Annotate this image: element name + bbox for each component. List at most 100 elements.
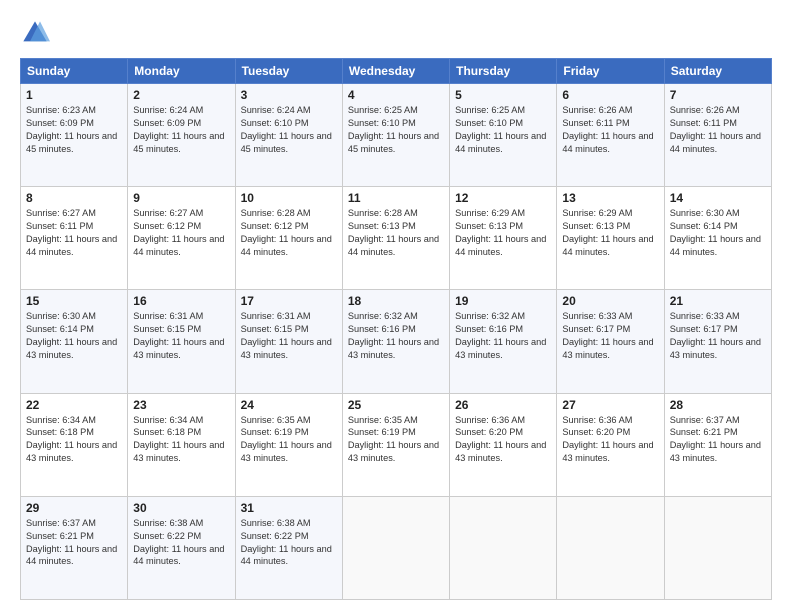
calendar-cell [342, 496, 449, 599]
calendar-cell: 7 Sunrise: 6:26 AMSunset: 6:11 PMDaylight… [664, 84, 771, 187]
day-header-sunday: Sunday [21, 59, 128, 84]
day-info: Sunrise: 6:26 AMSunset: 6:11 PMDaylight:… [562, 104, 658, 156]
day-headers-row: SundayMondayTuesdayWednesdayThursdayFrid… [21, 59, 772, 84]
day-number: 20 [562, 294, 658, 308]
day-info: Sunrise: 6:30 AMSunset: 6:14 PMDaylight:… [670, 207, 766, 259]
day-number: 11 [348, 191, 444, 205]
calendar-cell: 3 Sunrise: 6:24 AMSunset: 6:10 PMDaylight… [235, 84, 342, 187]
calendar-cell: 29Sunrise: 6:37 AMSunset: 6:21 PMDayligh… [21, 496, 128, 599]
day-info: Sunrise: 6:25 AMSunset: 6:10 PMDaylight:… [348, 104, 444, 156]
day-info: Sunrise: 6:29 AMSunset: 6:13 PMDaylight:… [562, 207, 658, 259]
day-number: 24 [241, 398, 337, 412]
day-number: 22 [26, 398, 122, 412]
calendar-cell: 27 Sunrise: 6:36 AMSunset: 6:20 PMDayligh… [557, 393, 664, 496]
calendar-cell: 17 Sunrise: 6:31 AMSunset: 6:15 PMDayligh… [235, 290, 342, 393]
day-number: 6 [562, 88, 658, 102]
calendar-cell: 9 Sunrise: 6:27 AMSunset: 6:12 PMDaylight… [128, 187, 235, 290]
day-info: Sunrise: 6:38 AMSunset: 6:22 PMDaylight:… [133, 517, 229, 569]
day-number: 15 [26, 294, 122, 308]
header [20, 18, 772, 48]
day-number: 16 [133, 294, 229, 308]
page: SundayMondayTuesdayWednesdayThursdayFrid… [0, 0, 792, 612]
day-number: 13 [562, 191, 658, 205]
day-info: Sunrise: 6:34 AMSunset: 6:18 PMDaylight:… [26, 414, 122, 466]
day-info: Sunrise: 6:35 AMSunset: 6:19 PMDaylight:… [241, 414, 337, 466]
calendar-cell: 28 Sunrise: 6:37 AMSunset: 6:21 PMDayligh… [664, 393, 771, 496]
day-info: Sunrise: 6:37 AMSunset: 6:21 PMDaylight:… [670, 414, 766, 466]
day-info: Sunrise: 6:32 AMSunset: 6:16 PMDaylight:… [348, 310, 444, 362]
day-header-monday: Monday [128, 59, 235, 84]
day-info: Sunrise: 6:26 AMSunset: 6:11 PMDaylight:… [670, 104, 766, 156]
calendar-cell: 21Sunrise: 6:33 AMSunset: 6:17 PMDayligh… [664, 290, 771, 393]
day-number: 27 [562, 398, 658, 412]
day-info: Sunrise: 6:31 AMSunset: 6:15 PMDaylight:… [133, 310, 229, 362]
day-number: 3 [241, 88, 337, 102]
day-info: Sunrise: 6:30 AMSunset: 6:14 PMDaylight:… [26, 310, 122, 362]
calendar-cell: 26Sunrise: 6:36 AMSunset: 6:20 PMDayligh… [450, 393, 557, 496]
day-info: Sunrise: 6:24 AMSunset: 6:10 PMDaylight:… [241, 104, 337, 156]
day-number: 18 [348, 294, 444, 308]
day-number: 21 [670, 294, 766, 308]
calendar-cell: 4 Sunrise: 6:25 AMSunset: 6:10 PMDaylight… [342, 84, 449, 187]
week-row-2: 15 Sunrise: 6:30 AMSunset: 6:14 PMDayligh… [21, 290, 772, 393]
calendar-header: SundayMondayTuesdayWednesdayThursdayFrid… [21, 59, 772, 84]
day-info: Sunrise: 6:33 AMSunset: 6:17 PMDaylight:… [562, 310, 658, 362]
calendar-cell: 22 Sunrise: 6:34 AMSunset: 6:18 PMDayligh… [21, 393, 128, 496]
day-info: Sunrise: 6:24 AMSunset: 6:09 PMDaylight:… [133, 104, 229, 156]
day-number: 2 [133, 88, 229, 102]
day-header-tuesday: Tuesday [235, 59, 342, 84]
calendar-cell: 10 Sunrise: 6:28 AMSunset: 6:12 PMDayligh… [235, 187, 342, 290]
day-info: Sunrise: 6:31 AMSunset: 6:15 PMDaylight:… [241, 310, 337, 362]
calendar-cell: 11 Sunrise: 6:28 AMSunset: 6:13 PMDayligh… [342, 187, 449, 290]
calendar-cell: 23Sunrise: 6:34 AMSunset: 6:18 PMDayligh… [128, 393, 235, 496]
day-number: 25 [348, 398, 444, 412]
day-number: 12 [455, 191, 551, 205]
calendar-cell: 24 Sunrise: 6:35 AMSunset: 6:19 PMDayligh… [235, 393, 342, 496]
week-row-0: 1Sunrise: 6:23 AMSunset: 6:09 PMDaylight… [21, 84, 772, 187]
calendar-cell: 5 Sunrise: 6:25 AMSunset: 6:10 PMDaylight… [450, 84, 557, 187]
day-number: 31 [241, 501, 337, 515]
calendar-cell: 6 Sunrise: 6:26 AMSunset: 6:11 PMDaylight… [557, 84, 664, 187]
calendar-cell: 14 Sunrise: 6:30 AMSunset: 6:14 PMDayligh… [664, 187, 771, 290]
day-info: Sunrise: 6:36 AMSunset: 6:20 PMDaylight:… [562, 414, 658, 466]
day-info: Sunrise: 6:32 AMSunset: 6:16 PMDaylight:… [455, 310, 551, 362]
calendar-table: SundayMondayTuesdayWednesdayThursdayFrid… [20, 58, 772, 600]
day-info: Sunrise: 6:27 AMSunset: 6:12 PMDaylight:… [133, 207, 229, 259]
week-row-1: 8Sunrise: 6:27 AMSunset: 6:11 PMDaylight… [21, 187, 772, 290]
day-number: 4 [348, 88, 444, 102]
logo [20, 18, 54, 48]
calendar-cell: 12Sunrise: 6:29 AMSunset: 6:13 PMDayligh… [450, 187, 557, 290]
day-number: 14 [670, 191, 766, 205]
day-header-saturday: Saturday [664, 59, 771, 84]
day-info: Sunrise: 6:34 AMSunset: 6:18 PMDaylight:… [133, 414, 229, 466]
calendar-cell: 18 Sunrise: 6:32 AMSunset: 6:16 PMDayligh… [342, 290, 449, 393]
day-number: 26 [455, 398, 551, 412]
day-info: Sunrise: 6:37 AMSunset: 6:21 PMDaylight:… [26, 517, 122, 569]
day-number: 5 [455, 88, 551, 102]
day-header-wednesday: Wednesday [342, 59, 449, 84]
calendar-cell: 16 Sunrise: 6:31 AMSunset: 6:15 PMDayligh… [128, 290, 235, 393]
day-info: Sunrise: 6:23 AMSunset: 6:09 PMDaylight:… [26, 104, 122, 156]
calendar-cell: 25 Sunrise: 6:35 AMSunset: 6:19 PMDayligh… [342, 393, 449, 496]
day-number: 28 [670, 398, 766, 412]
week-row-4: 29Sunrise: 6:37 AMSunset: 6:21 PMDayligh… [21, 496, 772, 599]
calendar-cell: 20 Sunrise: 6:33 AMSunset: 6:17 PMDayligh… [557, 290, 664, 393]
calendar-cell: 2 Sunrise: 6:24 AMSunset: 6:09 PMDaylight… [128, 84, 235, 187]
day-info: Sunrise: 6:28 AMSunset: 6:13 PMDaylight:… [348, 207, 444, 259]
week-row-3: 22 Sunrise: 6:34 AMSunset: 6:18 PMDayligh… [21, 393, 772, 496]
day-number: 8 [26, 191, 122, 205]
day-info: Sunrise: 6:35 AMSunset: 6:19 PMDaylight:… [348, 414, 444, 466]
calendar-cell: 30Sunrise: 6:38 AMSunset: 6:22 PMDayligh… [128, 496, 235, 599]
day-number: 17 [241, 294, 337, 308]
calendar-body: 1Sunrise: 6:23 AMSunset: 6:09 PMDaylight… [21, 84, 772, 600]
day-info: Sunrise: 6:25 AMSunset: 6:10 PMDaylight:… [455, 104, 551, 156]
day-info: Sunrise: 6:28 AMSunset: 6:12 PMDaylight:… [241, 207, 337, 259]
day-number: 7 [670, 88, 766, 102]
calendar-cell: 31Sunrise: 6:38 AMSunset: 6:22 PMDayligh… [235, 496, 342, 599]
calendar-cell: 15 Sunrise: 6:30 AMSunset: 6:14 PMDayligh… [21, 290, 128, 393]
calendar-cell: 13 Sunrise: 6:29 AMSunset: 6:13 PMDayligh… [557, 187, 664, 290]
day-number: 19 [455, 294, 551, 308]
day-number: 9 [133, 191, 229, 205]
day-number: 10 [241, 191, 337, 205]
calendar-cell: 19 Sunrise: 6:32 AMSunset: 6:16 PMDayligh… [450, 290, 557, 393]
